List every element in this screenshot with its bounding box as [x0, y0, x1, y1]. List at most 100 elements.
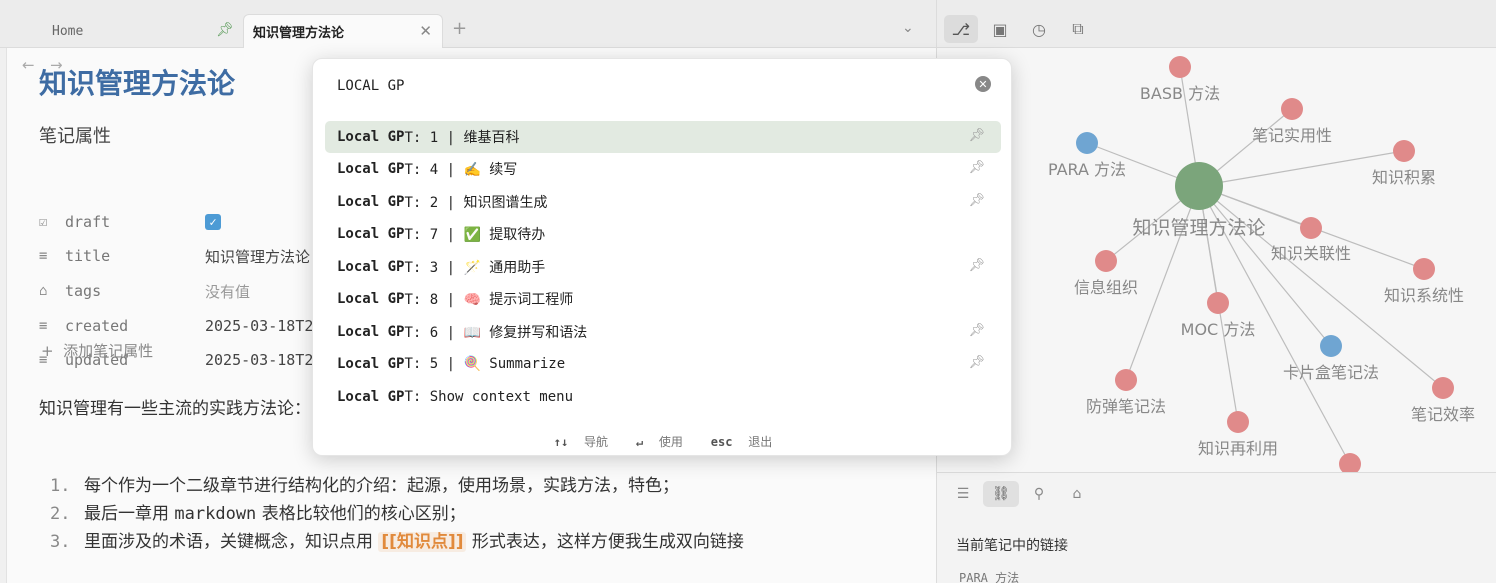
add-property-button[interactable]: + 添加笔记属性 [41, 340, 153, 361]
property-title-value[interactable]: 知识管理方法论 [205, 244, 310, 268]
backlinks-icon[interactable]: ⚲ [1021, 481, 1057, 507]
command-label: T: Show context menu [404, 389, 574, 405]
command-item[interactable]: Local GP T: 2 | 知识图谱生成 📌︎ [325, 186, 1001, 218]
plus-icon: + [41, 342, 54, 360]
tab-active-note[interactable]: 知识管理方法论 ✕ [243, 14, 443, 48]
graph-node[interactable] [1339, 453, 1361, 472]
outgoing-links-icon[interactable]: ⛓ [983, 481, 1019, 507]
draft-checkbox[interactable]: ✓ [205, 214, 221, 230]
graph-view-icon[interactable]: ⎇ [944, 15, 978, 43]
tags-icon[interactable]: ⌂ [1059, 481, 1095, 507]
graph-node[interactable] [1095, 250, 1117, 272]
command-item[interactable]: Local GP T: 3 | 🪄 通用助手 📌︎ [325, 251, 1001, 283]
command-match: Local GP [337, 324, 405, 340]
property-draft-value[interactable]: ✓ [205, 210, 221, 234]
new-tab-button[interactable]: + [452, 18, 467, 39]
list-number: 1. [50, 476, 71, 496]
list-text: 里面涉及的术语，关键概念，知识点用 [84, 532, 379, 552]
pin-icon[interactable]: 📌︎ [968, 355, 985, 370]
add-property-label: 添加笔记属性 [63, 342, 154, 360]
graph-node[interactable] [1393, 140, 1415, 162]
graph-node-label: 笔记效率 [1411, 405, 1475, 424]
graph-node-label: 知识系统性 [1384, 286, 1464, 305]
pin-icon[interactable]: 📌︎ [968, 160, 985, 175]
tag-icon: ⌂ [39, 283, 48, 299]
list-text: 每个作为一个二级章节进行结构化的介绍：起源，使用场景，实践方法，特色； [84, 476, 679, 496]
bookmark-icon[interactable]: ⧉ [1061, 15, 1095, 43]
calendar-check-icon[interactable]: ▣ [983, 15, 1017, 43]
use-label: 使用 [658, 435, 683, 449]
enter-key: ↵ [635, 435, 644, 449]
command-item[interactable]: Local GP T: 5 | 🍭 Summarize 📌︎ [325, 348, 1001, 380]
pin-icon[interactable]: 📌︎ [968, 193, 985, 208]
graph-node[interactable] [1281, 98, 1303, 120]
graph-node[interactable] [1076, 132, 1098, 154]
right-sidebar: ⎇ ▣ ◷ ⧉ BASB 方法 笔记实用性 PARA 方法 知识积累 知识关联性 信息组织… [936, 0, 1496, 583]
property-created[interactable]: ≡ created [39, 314, 128, 338]
command-label: T: 8 | 🧠 提示词工程师 [404, 292, 574, 308]
command-match: Local GP [337, 291, 405, 307]
graph-node[interactable] [1320, 335, 1342, 357]
command-match: Local GP [337, 194, 405, 210]
command-label: T: 6 | 📖 修复拼写和语法 [404, 325, 588, 341]
graph-node[interactable] [1300, 217, 1322, 239]
graph-node[interactable] [1115, 369, 1137, 391]
property-tags-value[interactable]: 没有值 [205, 279, 250, 303]
command-label: T: 5 | 🍭 Summarize [404, 356, 566, 372]
list-item: 1. 每个作为一个二级章节进行结构化的介绍：起源，使用场景，实践方法，特色； [50, 471, 679, 496]
outline-icon[interactable]: ☰ [945, 481, 981, 507]
command-match: Local GP [337, 226, 405, 242]
clear-search-icon[interactable]: ✕ [975, 76, 991, 92]
command-item[interactable]: Local GP T: 8 | 🧠 提示词工程师 [325, 283, 1001, 315]
right-sidebar-toolbar: ⎇ ▣ ◷ ⧉ [937, 0, 1496, 48]
pin-icon[interactable]: 📌︎ [968, 323, 985, 338]
graph-center-node[interactable] [1175, 162, 1223, 210]
pin-icon[interactable]: 📌︎ [216, 22, 234, 38]
command-item[interactable]: Local GP T: 6 | 📖 修复拼写和语法 📌︎ [325, 316, 1001, 348]
tab-bar: Home 📌︎ 知识管理方法论 ✕ + ⌄ [0, 0, 936, 48]
list-text: 形式表达，这样方便我生成双向链接 [466, 532, 744, 552]
command-match: Local GP [337, 356, 405, 372]
command-item[interactable]: Local GP T: 1 | 维基百科 📌︎ [325, 121, 1001, 153]
command-match: Local GP [337, 161, 405, 177]
graph-node-label: BASB 方法 [1140, 84, 1220, 103]
back-arrow-icon[interactable]: ← [22, 56, 35, 74]
tab-home[interactable]: Home 📌︎ [52, 14, 240, 48]
list-number: 2. [50, 504, 71, 524]
clock-icon[interactable]: ◷ [1022, 15, 1056, 43]
command-item[interactable]: Local GP T: 4 | ✍️ 续写 📌︎ [325, 153, 1001, 185]
local-graph[interactable]: BASB 方法 笔记实用性 PARA 方法 知识积累 知识关联性 信息组织 知识系统性 MOC… [937, 48, 1496, 472]
property-key: created [65, 317, 129, 335]
property-title[interactable]: ≡ title [39, 244, 110, 268]
command-match: Local GP [337, 129, 405, 145]
command-match: Local GP [337, 389, 405, 405]
graph-node[interactable] [1227, 411, 1249, 433]
pin-icon[interactable]: 📌︎ [968, 128, 985, 143]
graph-node-label: 卡片盒笔记法 [1283, 363, 1379, 382]
property-draft[interactable]: ☑ draft [39, 210, 110, 234]
command-item[interactable]: Local GP T: 7 | ✅ 提取待办 [325, 218, 1001, 250]
command-search-input[interactable] [337, 75, 937, 97]
graph-node[interactable] [1413, 258, 1435, 280]
graph-node[interactable] [1207, 292, 1229, 314]
pin-icon[interactable]: 📌︎ [968, 258, 985, 273]
command-palette: ✕ Local GPT: 1 | 维基百科📌︎ Local GPT: 4 | ✍… [312, 58, 1012, 456]
command-label: T: 1 | 维基百科 [404, 130, 520, 146]
property-key: title [65, 247, 111, 265]
property-tags[interactable]: ⌂ tags [39, 279, 101, 303]
graph-node-label: 知识积累 [1372, 168, 1436, 187]
graph-canvas[interactable]: BASB 方法笔记实用性 PARA 方法 知识积累知识关联性信息组织 知识系统性 MOC… [937, 48, 1496, 472]
close-tab-icon[interactable]: ✕ [419, 22, 432, 40]
link-item[interactable]: PARA 方法 [959, 569, 1019, 583]
links-panel-title: 当前笔记中的链接 [956, 538, 1068, 554]
inline-code: markdown [174, 504, 257, 524]
tab-list-dropdown[interactable]: ⌄ [902, 20, 914, 36]
property-created-value[interactable]: 2025-03-18T2 [205, 314, 313, 338]
wikilink[interactable]: [[知识点]] [378, 532, 467, 552]
graph-node[interactable] [1169, 56, 1191, 78]
text-icon: ≡ [39, 318, 48, 334]
command-item[interactable]: Local GP T: Show context menu [325, 381, 1001, 413]
graph-node[interactable] [1432, 377, 1454, 399]
list-item: 3. 里面涉及的术语，关键概念，知识点用 [[知识点]] 形式表达，这样方便我生成… [50, 527, 744, 552]
property-updated-value[interactable]: 2025-03-18T2 [205, 348, 313, 372]
